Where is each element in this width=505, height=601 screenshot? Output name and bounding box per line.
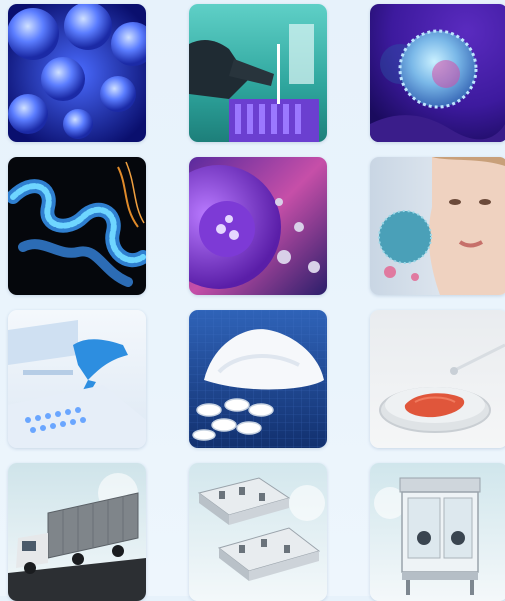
- petri-dish-tissue-image[interactable]: [370, 310, 505, 448]
- virus-particle-art: [370, 4, 505, 142]
- gloved-hand-plate-image[interactable]: [8, 310, 146, 448]
- cell-culture-art: [8, 4, 146, 142]
- purple-cell-art: [189, 157, 327, 295]
- protein-strand-art: [8, 157, 146, 295]
- gloved-hand-plate-art: [8, 310, 146, 448]
- purple-cell-image[interactable]: [189, 157, 327, 295]
- protein-strand-image[interactable]: [8, 157, 146, 295]
- mobile-lab-truck-art: [8, 463, 146, 601]
- virus-particle-image[interactable]: [370, 4, 505, 142]
- mobile-lab-truck-image[interactable]: [8, 463, 146, 601]
- white-powder-tablets-art: [189, 310, 327, 448]
- cleanroom-layout-art: [189, 463, 327, 601]
- cell-culture-image[interactable]: [8, 4, 146, 142]
- skincare-face-art: [370, 157, 505, 295]
- petri-dish-tissue-art: [370, 310, 505, 448]
- skincare-face-image[interactable]: [370, 157, 505, 295]
- cleanroom-layout-image[interactable]: [189, 463, 327, 601]
- lab-pipetting-art: [189, 4, 327, 142]
- lab-pipetting-image[interactable]: [189, 4, 327, 142]
- white-powder-tablets-image[interactable]: [189, 310, 327, 448]
- isolator-cabinet-art: [370, 463, 505, 601]
- isolator-cabinet-image[interactable]: [370, 463, 505, 601]
